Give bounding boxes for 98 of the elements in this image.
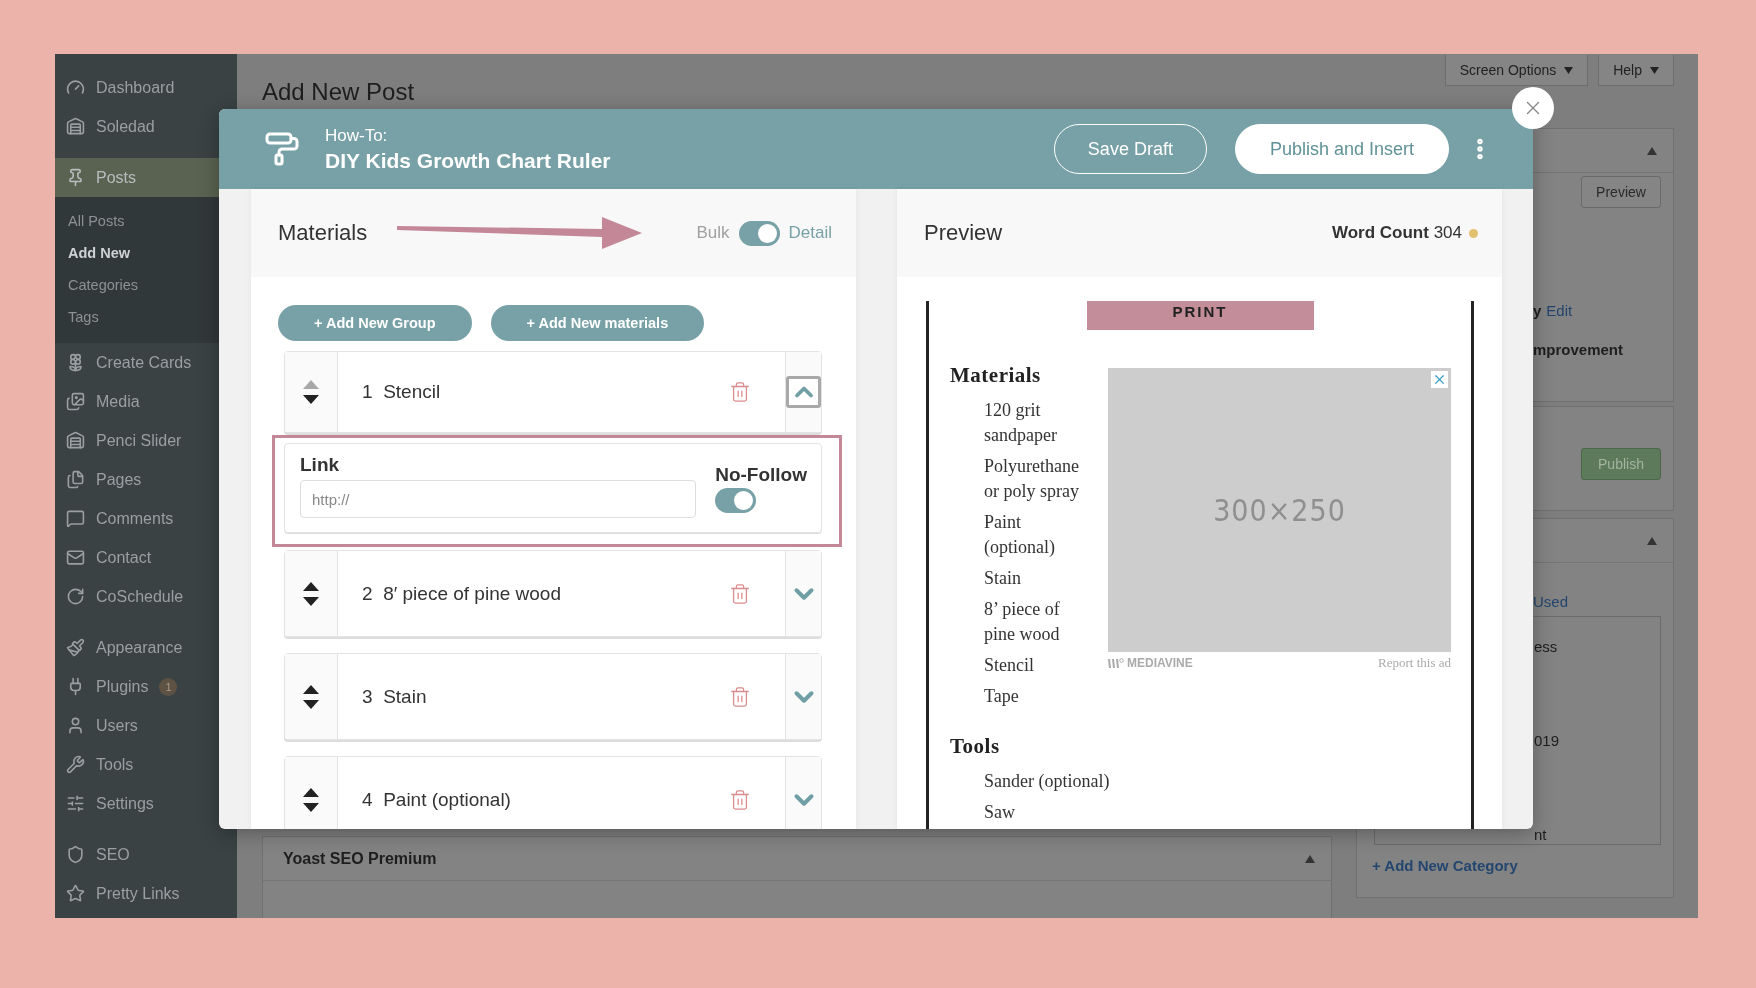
link-input[interactable]: http:// — [300, 480, 696, 518]
sidebar-item[interactable]: Plugins 1 — [55, 667, 237, 706]
list-item: 120 grit sandpaper — [984, 399, 1058, 447]
list-item: Tape — [984, 685, 1020, 708]
list-item: 8’ piece of pine wood — [984, 598, 1061, 646]
material-name: 1 Stencil — [361, 381, 442, 403]
status-dot — [1469, 228, 1478, 238]
count-badge: 1 — [159, 677, 178, 696]
add-button[interactable]: + Add New Group — [278, 305, 472, 341]
publish-button[interactable]: Publish — [1581, 448, 1661, 480]
report-ad-link[interactable]: Report this ad — [1378, 655, 1451, 671]
close-icon — [1432, 372, 1447, 387]
pin-icon — [66, 168, 85, 187]
toggle-label: Detail — [788, 223, 832, 243]
sidebar-item[interactable]: Media — [55, 382, 237, 421]
add-category-link[interactable]: + Add New Category — [1372, 857, 1518, 874]
sidebar-item[interactable]: SEO — [55, 835, 237, 874]
house-icon — [66, 117, 85, 136]
modal-title: DIY Kids Growth Chart Ruler — [325, 148, 612, 173]
help-button[interactable]: Help — [1598, 55, 1674, 86]
sidebar-item[interactable]: Comments — [55, 499, 237, 538]
panel-title: Materials — [278, 220, 368, 246]
list-item: Paint (optional) — [984, 511, 1056, 559]
preview-button[interactable]: Preview — [1581, 176, 1661, 208]
sidebar-item[interactable]: CoSchedule — [55, 577, 237, 616]
tab-link[interactable]: Used — [1533, 593, 1569, 610]
sidebar-item[interactable]: Pretty Links — [55, 874, 237, 913]
list-item: Polyurethane or poly spray — [984, 455, 1080, 503]
section-heading: Tools — [950, 733, 1001, 760]
sliders-icon — [66, 794, 85, 813]
delete-icon[interactable] — [729, 582, 751, 605]
sidebar-item[interactable]: Create Cards — [55, 343, 237, 382]
user-icon — [66, 716, 85, 735]
flower-icon — [66, 353, 85, 372]
collapse-icon[interactable] — [1647, 146, 1657, 155]
brand-name: MEDIAVINE — [1127, 656, 1194, 670]
category-label: nt — [1534, 825, 1548, 845]
status-text: y — [1533, 302, 1542, 319]
toggle-switch[interactable] — [715, 488, 757, 513]
edit-link[interactable]: Edit — [1546, 302, 1573, 319]
material-name: 2 8′ piece of pine wood — [361, 582, 562, 605]
publish-insert-button[interactable]: Publish and Insert — [1234, 124, 1449, 174]
star-icon — [66, 884, 85, 903]
close-ad-button[interactable] — [1431, 371, 1448, 388]
caret-icon — [1564, 66, 1574, 74]
delete-icon[interactable] — [729, 788, 751, 811]
field-label: Link — [300, 454, 341, 476]
brand-logo-icon — [1108, 657, 1124, 669]
delete-icon[interactable] — [729, 685, 751, 708]
panel-title: Yoast SEO Premium — [283, 849, 438, 868]
material-name: 3 Stain — [361, 685, 428, 708]
wrench-icon — [66, 755, 85, 774]
close-button[interactable] — [1512, 87, 1554, 129]
house-icon — [66, 431, 85, 450]
list-item: Sander (optional) — [984, 770, 1111, 793]
sidebar-item[interactable]: Soledad — [55, 107, 237, 146]
shield-icon — [66, 845, 85, 864]
list-item: Saw — [984, 801, 1016, 824]
modal-eyebrow: How-To: — [325, 125, 389, 146]
ad-size-label: 300×250 — [1213, 492, 1346, 528]
panel-title: Preview — [924, 220, 1003, 246]
images-icon — [66, 392, 85, 411]
delete-icon[interactable] — [729, 381, 751, 403]
status-text: mprovement — [1533, 341, 1624, 358]
list-item: Stencil — [984, 654, 1035, 677]
sidebar-item[interactable]: Penci Slider — [55, 421, 237, 460]
pages-icon — [66, 470, 85, 489]
field-label: No-Follow — [715, 464, 807, 486]
sidebar-item[interactable]: Settings — [55, 784, 237, 823]
collapse-icon[interactable] — [1647, 536, 1657, 545]
caret-icon — [1650, 66, 1659, 74]
arrow-icon — [397, 215, 643, 251]
paint-roller-icon — [264, 131, 300, 167]
category-label: 019 — [1534, 731, 1561, 751]
gauge-icon — [66, 78, 85, 97]
screen-options-button[interactable]: Screen Options — [1444, 55, 1589, 86]
expand-toggle[interactable] — [786, 376, 821, 408]
brush-icon — [66, 638, 85, 657]
sidebar-item[interactable]: Pages — [55, 460, 237, 499]
list-item: Stain — [984, 567, 1022, 590]
sidebar-item[interactable]: Users — [55, 706, 237, 745]
section-heading: Materials — [950, 362, 1042, 389]
page-title: Add New Post — [262, 77, 416, 106]
add-button[interactable]: + Add New materials — [490, 305, 705, 341]
sidebar-item[interactable]: Dashboard — [55, 68, 237, 107]
sidebar-item[interactable]: Contact — [55, 538, 237, 577]
toggle-label: Bulk — [696, 223, 730, 243]
word-count: Word Count 304 — [1331, 223, 1462, 243]
mail-icon — [66, 548, 85, 567]
circle-arrow-icon — [66, 587, 85, 606]
toggle-switch[interactable] — [738, 220, 780, 246]
comment-icon — [66, 509, 85, 528]
print-button[interactable]: PRINT — [1086, 301, 1314, 330]
collapse-icon[interactable] — [1305, 854, 1315, 863]
sidebar-item[interactable]: Appearance — [55, 628, 237, 667]
category-label: ess — [1534, 637, 1559, 657]
material-name: 4 Paint (optional) — [361, 788, 512, 811]
sidebar-item[interactable]: Tools — [55, 745, 237, 784]
